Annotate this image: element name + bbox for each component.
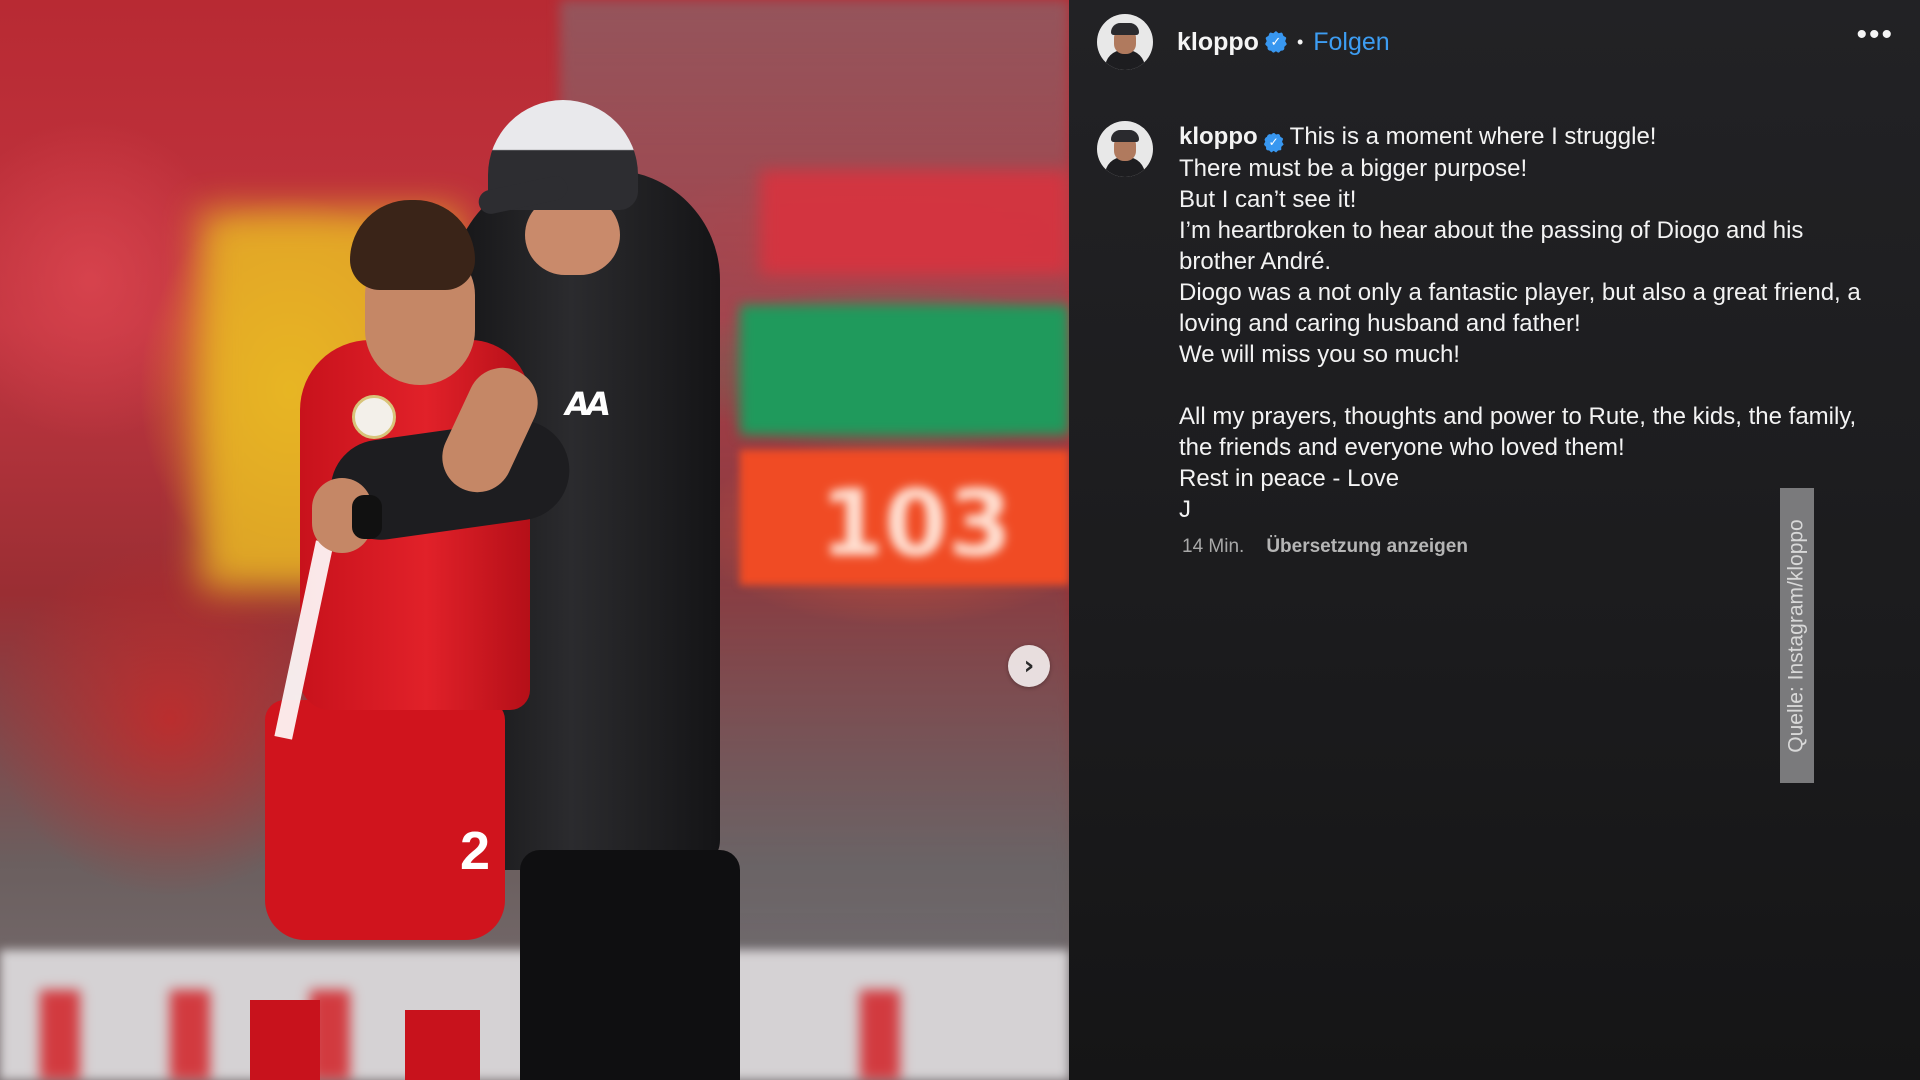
- jacket-logo: AA: [561, 385, 610, 423]
- caption-comment: kloppo ✓ This is a moment where I struggle…: [1097, 121, 1897, 525]
- caption-line: This is a moment where I struggle!: [1289, 123, 1657, 150]
- caption-first-line: kloppo ✓ This is a moment where I struggle…: [1179, 121, 1879, 153]
- post-header: kloppo ✓ • Folgen: [1097, 14, 1897, 70]
- caption-line: But I can’t see it!: [1179, 185, 1357, 213]
- caption-line: There must be a bigger purpose!: [1179, 154, 1528, 182]
- scoreboard-text: 103: [820, 470, 1013, 577]
- background-sign-green: [740, 305, 1069, 435]
- avatar[interactable]: [1097, 14, 1153, 70]
- next-image-button[interactable]: ›: [1008, 645, 1050, 687]
- background-scoreboard: 103: [740, 450, 1069, 585]
- caption-avatar[interactable]: [1097, 121, 1153, 177]
- source-credit: Quelle: Instagram/kloppo: [1780, 488, 1814, 783]
- background-sign-red: [760, 170, 1069, 275]
- league-badge: [352, 395, 396, 439]
- caption-line: Diogo was a not only a fantastic player,…: [1179, 278, 1861, 306]
- caption-line: loving and caring husband and father!: [1179, 309, 1581, 337]
- caption-line: All my prayers, thoughts and power to Ru…: [1179, 402, 1857, 430]
- caption-line: We will miss you so much!: [1179, 340, 1460, 368]
- caption-verified-badge-icon: ✓: [1263, 132, 1284, 153]
- post-timestamp: 14 Min.: [1182, 536, 1245, 557]
- coach-trousers: [520, 850, 740, 1080]
- caption-line: Rest in peace - Love: [1179, 464, 1400, 492]
- header-username[interactable]: kloppo: [1177, 28, 1259, 57]
- verified-badge-icon: ✓: [1264, 31, 1287, 53]
- caption-text: kloppo ✓ This is a moment where I struggle…: [1179, 121, 1879, 525]
- source-credit-text: Quelle: Instagram/kloppo: [1785, 518, 1808, 753]
- player-sock-left: [250, 1000, 320, 1080]
- caption-line: J: [1179, 495, 1191, 523]
- more-options-icon[interactable]: •••: [1856, 20, 1894, 50]
- chevron-right-icon: ›: [1023, 651, 1035, 681]
- shorts-number: 2: [460, 821, 491, 881]
- caption-line: brother André.: [1179, 247, 1332, 275]
- wrist-watch: [352, 495, 382, 539]
- post-photo: 103 AA 2 ›: [0, 0, 1069, 1080]
- follow-button[interactable]: Folgen: [1313, 28, 1389, 57]
- caption-username[interactable]: kloppo: [1179, 123, 1258, 150]
- caption-line: I’m heartbroken to hear about the passin…: [1179, 216, 1804, 244]
- player-sock-right: [405, 1010, 480, 1080]
- caption-line: the friends and everyone who loved them!: [1179, 433, 1625, 461]
- header-separator: •: [1296, 31, 1304, 52]
- show-translation-button[interactable]: Übersetzung anzeigen: [1266, 536, 1468, 558]
- caption-meta: 14 Min. Übersetzung anzeigen: [1182, 536, 1468, 558]
